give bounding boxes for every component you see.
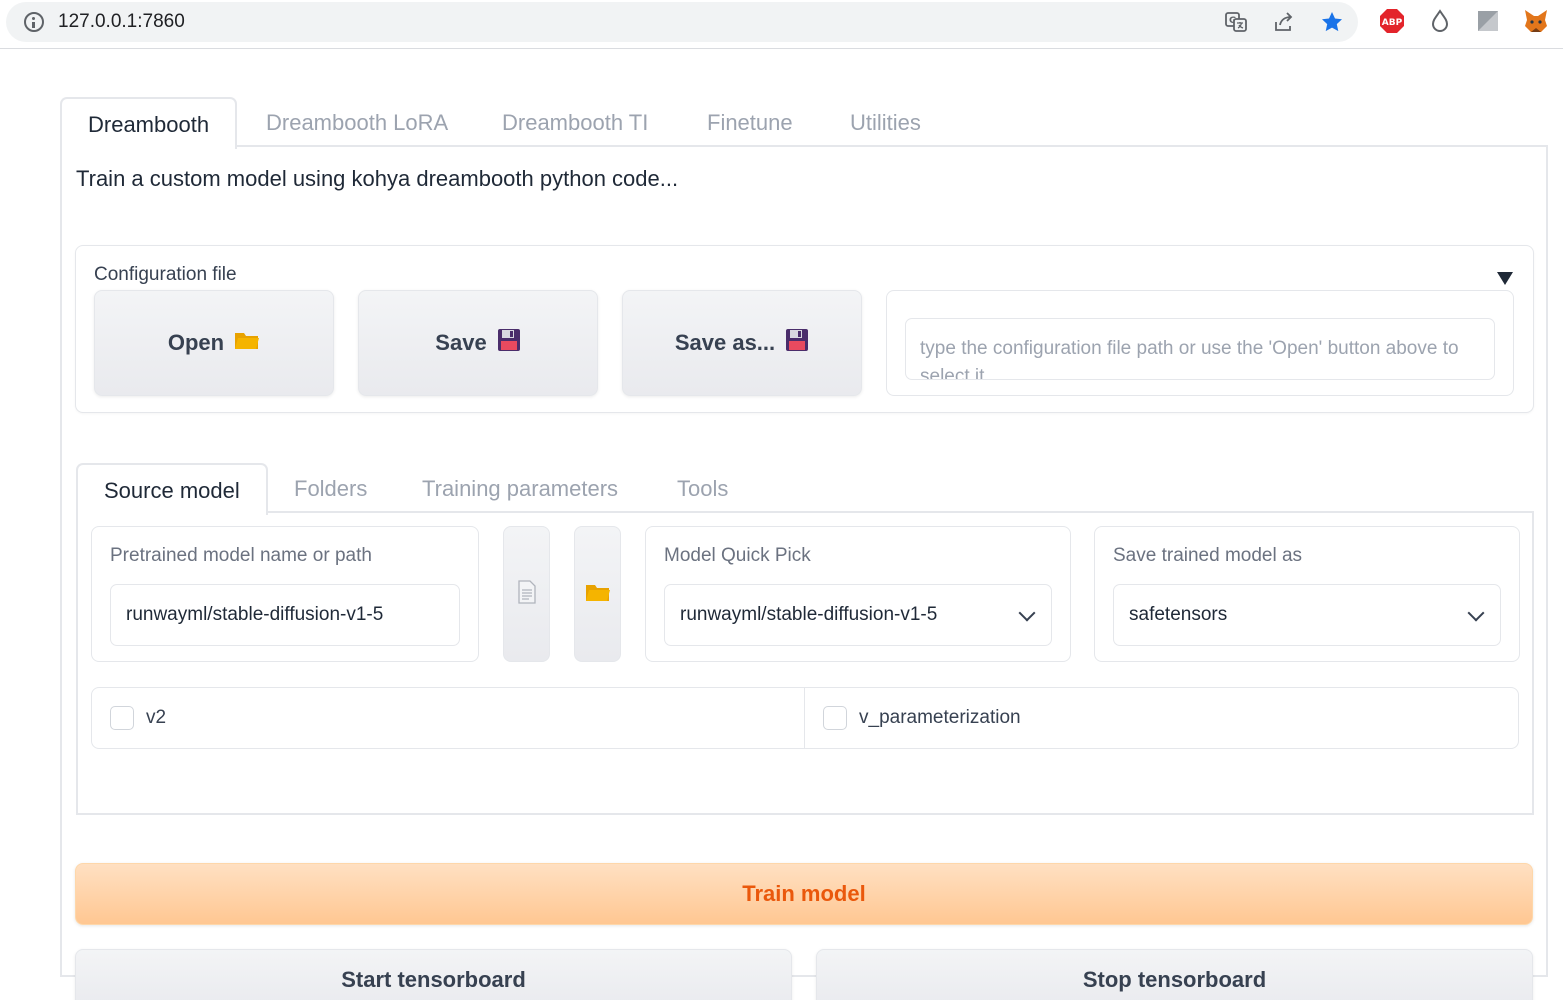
v-parameterization-checkbox-group[interactable]: v_parameterization	[823, 688, 1021, 748]
model-quick-pick-value: runwayml/stable-diffusion-v1-5	[680, 604, 938, 625]
svg-text:ABP: ABP	[1382, 18, 1403, 28]
tab-folders[interactable]: Folders	[268, 463, 393, 513]
select-folder-button[interactable]	[574, 526, 621, 662]
folder-icon	[234, 329, 260, 357]
v-parameterization-checkbox[interactable]	[823, 706, 847, 730]
model-quick-pick-dropdown[interactable]: runwayml/stable-diffusion-v1-5	[664, 584, 1052, 646]
select-file-button[interactable]	[503, 526, 550, 662]
save-model-format-field: Save trained model as safetensors	[1094, 526, 1520, 662]
v-parameterization-label[interactable]: v_parameterization	[859, 707, 1021, 729]
config-path-card: type the configuration file path or use …	[886, 290, 1514, 396]
save-as-config-button[interactable]: Save as...	[622, 290, 862, 396]
tab-dreambooth-ti[interactable]: Dreambooth TI	[476, 97, 674, 147]
page-description: Train a custom model using kohya dreambo…	[76, 166, 679, 191]
square-extension-icon[interactable]	[1475, 8, 1501, 34]
folder-icon	[585, 581, 611, 608]
tab-training-parameters[interactable]: Training parameters	[396, 463, 644, 513]
config-path-input[interactable]: type the configuration file path or use …	[905, 318, 1495, 380]
tab-dreambooth-lora[interactable]: Dreambooth LoRA	[240, 97, 474, 147]
pretrained-model-input[interactable]: runwayml/stable-diffusion-v1-5	[110, 584, 460, 646]
translate-icon[interactable]: G	[1224, 10, 1248, 34]
pretrained-model-label: Pretrained model name or path	[110, 545, 372, 566]
floppy-disk-icon	[497, 328, 521, 358]
chevron-down-icon	[1018, 604, 1036, 622]
document-icon	[517, 579, 537, 609]
share-icon[interactable]	[1272, 10, 1296, 34]
adblock-plus-icon[interactable]: ABP	[1379, 8, 1405, 34]
sub-tab-bar: Source model Folders Training parameters…	[76, 463, 1534, 515]
save-model-format-dropdown[interactable]: safetensors	[1113, 584, 1501, 646]
save-config-button[interactable]: Save	[358, 290, 598, 396]
url-text[interactable]: 127.0.0.1:7860	[58, 11, 185, 33]
metamask-fox-icon[interactable]	[1523, 8, 1549, 34]
configuration-accordion: Configuration file Open Save Save as...	[75, 245, 1534, 413]
stop-tensorboard-button[interactable]: Stop tensorboard	[816, 949, 1533, 1000]
source-model-panel: Pretrained model name or path runwayml/s…	[76, 511, 1534, 815]
browser-toolbar: 127.0.0.1:7860 G ABP	[0, 0, 1563, 49]
tab-dreambooth[interactable]: Dreambooth	[60, 97, 238, 149]
tab-utilities[interactable]: Utilities	[824, 97, 947, 147]
tab-source-model[interactable]: Source model	[76, 463, 268, 515]
v2-label[interactable]: v2	[146, 707, 166, 729]
v2-checkbox[interactable]	[110, 706, 134, 730]
model-quick-pick-label: Model Quick Pick	[664, 545, 811, 566]
bookmark-star-icon[interactable]	[1320, 10, 1344, 34]
save-model-format-label: Save trained model as	[1113, 545, 1303, 566]
configuration-label[interactable]: Configuration file	[94, 264, 237, 286]
divider	[804, 688, 805, 748]
save-button-label: Save	[435, 330, 487, 355]
save-as-button-label: Save as...	[674, 330, 776, 355]
open-config-button[interactable]: Open	[94, 290, 334, 396]
tab-tools[interactable]: Tools	[651, 463, 754, 513]
pretrained-model-field: Pretrained model name or path runwayml/s…	[91, 526, 479, 662]
model-options-row: v2 v_parameterization	[91, 687, 1519, 749]
app-container: Dreambooth Dreambooth LoRA Dreambooth TI…	[60, 97, 1548, 1000]
open-button-label: Open	[167, 330, 225, 355]
floppy-disk-icon	[785, 328, 809, 358]
train-model-button[interactable]: Train model	[75, 863, 1533, 925]
tab-finetune[interactable]: Finetune	[681, 97, 819, 147]
model-quick-pick-field: Model Quick Pick runwayml/stable-diffusi…	[645, 526, 1071, 662]
top-tab-bar: Dreambooth Dreambooth LoRA Dreambooth TI…	[60, 97, 1548, 149]
address-bar[interactable]: 127.0.0.1:7860 G	[6, 2, 1358, 42]
save-model-format-value: safetensors	[1129, 604, 1228, 625]
start-tensorboard-button[interactable]: Start tensorboard	[75, 949, 792, 1000]
drop-extension-icon[interactable]	[1427, 8, 1453, 34]
info-icon[interactable]	[24, 12, 44, 32]
v2-checkbox-group[interactable]: v2	[110, 688, 166, 748]
chevron-down-icon	[1467, 604, 1485, 622]
collapse-triangle-icon[interactable]	[1497, 272, 1513, 285]
dreambooth-panel: Train a custom model using kohya dreambo…	[60, 145, 1548, 1000]
